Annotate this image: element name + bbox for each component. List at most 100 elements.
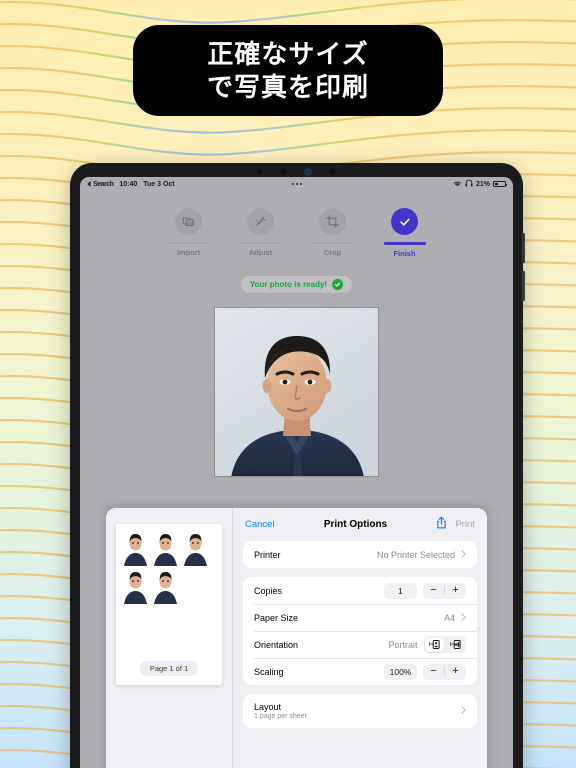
- status-badge-label: Your photo is ready!: [249, 279, 328, 289]
- status-badge: Your photo is ready!: [240, 275, 353, 293]
- scaling-decrement-button[interactable]: −: [423, 664, 444, 680]
- copies-value-field[interactable]: 1: [384, 582, 417, 599]
- status-time: 10:40: [119, 180, 138, 188]
- step-navigation: Import Adjust Crop Finish: [80, 191, 513, 258]
- print-settings-card: Copies 1 − + Paper Size A4 Orientation P…: [243, 577, 477, 685]
- print-options-sheet: Page 1 of 1 Cancel Print Options Print P…: [106, 508, 487, 768]
- photo-preview-wrap: [80, 306, 513, 477]
- volume-down-button[interactable]: [522, 271, 525, 301]
- battery-percentage: 21%: [475, 180, 490, 188]
- step-finish-rule: [383, 242, 426, 245]
- layout-card: Layout 1 page per sheet: [243, 694, 477, 728]
- orientation-portrait-button[interactable]: [425, 637, 444, 652]
- status-banner-wrap: Your photo is ready!: [80, 275, 513, 293]
- preview-photo-thumb: [152, 570, 179, 604]
- print-options-pane: Cancel Print Options Print Printer No Pr…: [233, 508, 487, 768]
- scaling-increment-button[interactable]: +: [445, 664, 466, 680]
- printer-row-value: No Printer Selected: [376, 549, 455, 560]
- preview-photo-thumb: [182, 532, 209, 566]
- step-adjust-rule: [239, 242, 282, 244]
- printer-row[interactable]: Printer No Printer Selected: [243, 541, 477, 568]
- scaling-row[interactable]: Scaling 100% − +: [243, 658, 477, 685]
- scaling-value-field[interactable]: 100%: [384, 663, 417, 680]
- chevron-right-icon: [461, 706, 466, 716]
- chevron-right-icon: [461, 549, 466, 560]
- passport-photo-preview[interactable]: [214, 306, 379, 477]
- photos-stack-icon: [182, 217, 194, 227]
- preview-photo-thumb: [122, 532, 149, 566]
- step-finish[interactable]: Finish: [383, 208, 427, 258]
- step-finish-label: Finish: [393, 248, 416, 258]
- step-import-circle: [175, 208, 202, 235]
- cancel-button[interactable]: Cancel: [245, 519, 275, 530]
- copies-row[interactable]: Copies 1 − +: [243, 577, 477, 604]
- copies-increment-button[interactable]: +: [445, 583, 466, 599]
- multitask-dots-icon[interactable]: [291, 183, 302, 185]
- preview-photo-thumb: [152, 532, 179, 566]
- step-import-rule: [167, 242, 210, 244]
- printer-card: Printer No Printer Selected: [243, 541, 477, 568]
- promo-banner-line-1: 正確なサイズ: [207, 38, 369, 69]
- step-finish-circle: [391, 208, 418, 235]
- status-date: Tue 3 Oct: [143, 180, 175, 188]
- step-crop[interactable]: Crop: [311, 208, 355, 258]
- promo-banner: 正確なサイズ で写真を印刷: [133, 25, 443, 116]
- paper-size-row-label: Paper Size: [254, 612, 299, 623]
- check-circle-icon: [332, 278, 344, 290]
- step-crop-circle: [319, 208, 346, 235]
- app-content: Import Adjust Crop Finish Your photo is …: [80, 191, 513, 768]
- layout-row-sublabel: 1 page per sheet: [254, 713, 307, 720]
- preview-photo-thumb: [122, 570, 149, 604]
- orientation-segmented-control: [423, 636, 466, 653]
- step-crop-label: Crop: [323, 248, 342, 257]
- orientation-row-label: Orientation: [254, 639, 299, 650]
- tablet-device: Search 10:40 Tue 3 Oct 21% Import Adjust…: [70, 163, 525, 768]
- orientation-portrait-icon: [429, 639, 440, 650]
- share-icon[interactable]: [436, 516, 447, 534]
- step-adjust[interactable]: Adjust: [239, 208, 283, 258]
- status-back-to-search[interactable]: Search: [87, 180, 114, 188]
- step-import-label: Import: [176, 248, 201, 257]
- camera-sensor-icon: [257, 169, 262, 174]
- layout-row-label: Layout: [254, 702, 282, 712]
- battery-icon: [493, 181, 507, 187]
- camera-flash-icon: [305, 168, 311, 175]
- print-preview-page[interactable]: Page 1 of 1: [116, 524, 222, 685]
- paper-size-value: A4: [443, 612, 455, 623]
- camera-depth-sensor-icon: [329, 168, 336, 175]
- print-button[interactable]: Print: [455, 519, 475, 530]
- paper-size-row[interactable]: Paper Size A4: [243, 604, 477, 631]
- headphones-icon: [465, 179, 473, 189]
- checkmark-icon: [399, 218, 410, 226]
- step-import[interactable]: Import: [167, 208, 211, 258]
- orientation-landscape-icon: [449, 639, 461, 650]
- layout-row[interactable]: Layout 1 page per sheet: [243, 694, 477, 728]
- step-adjust-circle: [247, 208, 274, 235]
- step-adjust-label: Adjust: [248, 248, 273, 257]
- volume-up-button[interactable]: [522, 233, 525, 263]
- scaling-row-label: Scaling: [254, 666, 284, 677]
- promo-banner-line-2: で写真を印刷: [206, 71, 369, 102]
- step-crop-rule: [311, 242, 354, 244]
- camera-lens-icon: [280, 168, 287, 175]
- printer-row-label: Printer: [254, 549, 281, 560]
- orientation-value: Portrait: [388, 639, 418, 650]
- tablet-screen: Search 10:40 Tue 3 Oct 21% Import Adjust…: [80, 177, 513, 768]
- print-preview-pane: Page 1 of 1: [106, 508, 233, 768]
- crop-icon: [326, 215, 339, 228]
- orientation-row[interactable]: Orientation Portrait: [243, 631, 477, 658]
- chevron-right-icon: [461, 612, 466, 623]
- wifi-icon: [453, 180, 462, 189]
- orientation-landscape-button[interactable]: [446, 638, 465, 652]
- device-camera-row: [70, 166, 523, 177]
- print-options-header: Cancel Print Options Print: [243, 508, 477, 541]
- status-back-label: Search: [93, 180, 114, 188]
- status-bar: Search 10:40 Tue 3 Oct 21%: [80, 177, 513, 191]
- copies-row-label: Copies: [254, 585, 283, 596]
- copies-decrement-button[interactable]: −: [423, 583, 444, 599]
- scaling-stepper: − +: [423, 663, 466, 680]
- print-preview-photo-grid: [122, 532, 222, 604]
- page-indicator: Page 1 of 1: [139, 661, 199, 676]
- print-options-title: Print Options: [323, 519, 388, 530]
- copies-stepper: − +: [423, 582, 466, 599]
